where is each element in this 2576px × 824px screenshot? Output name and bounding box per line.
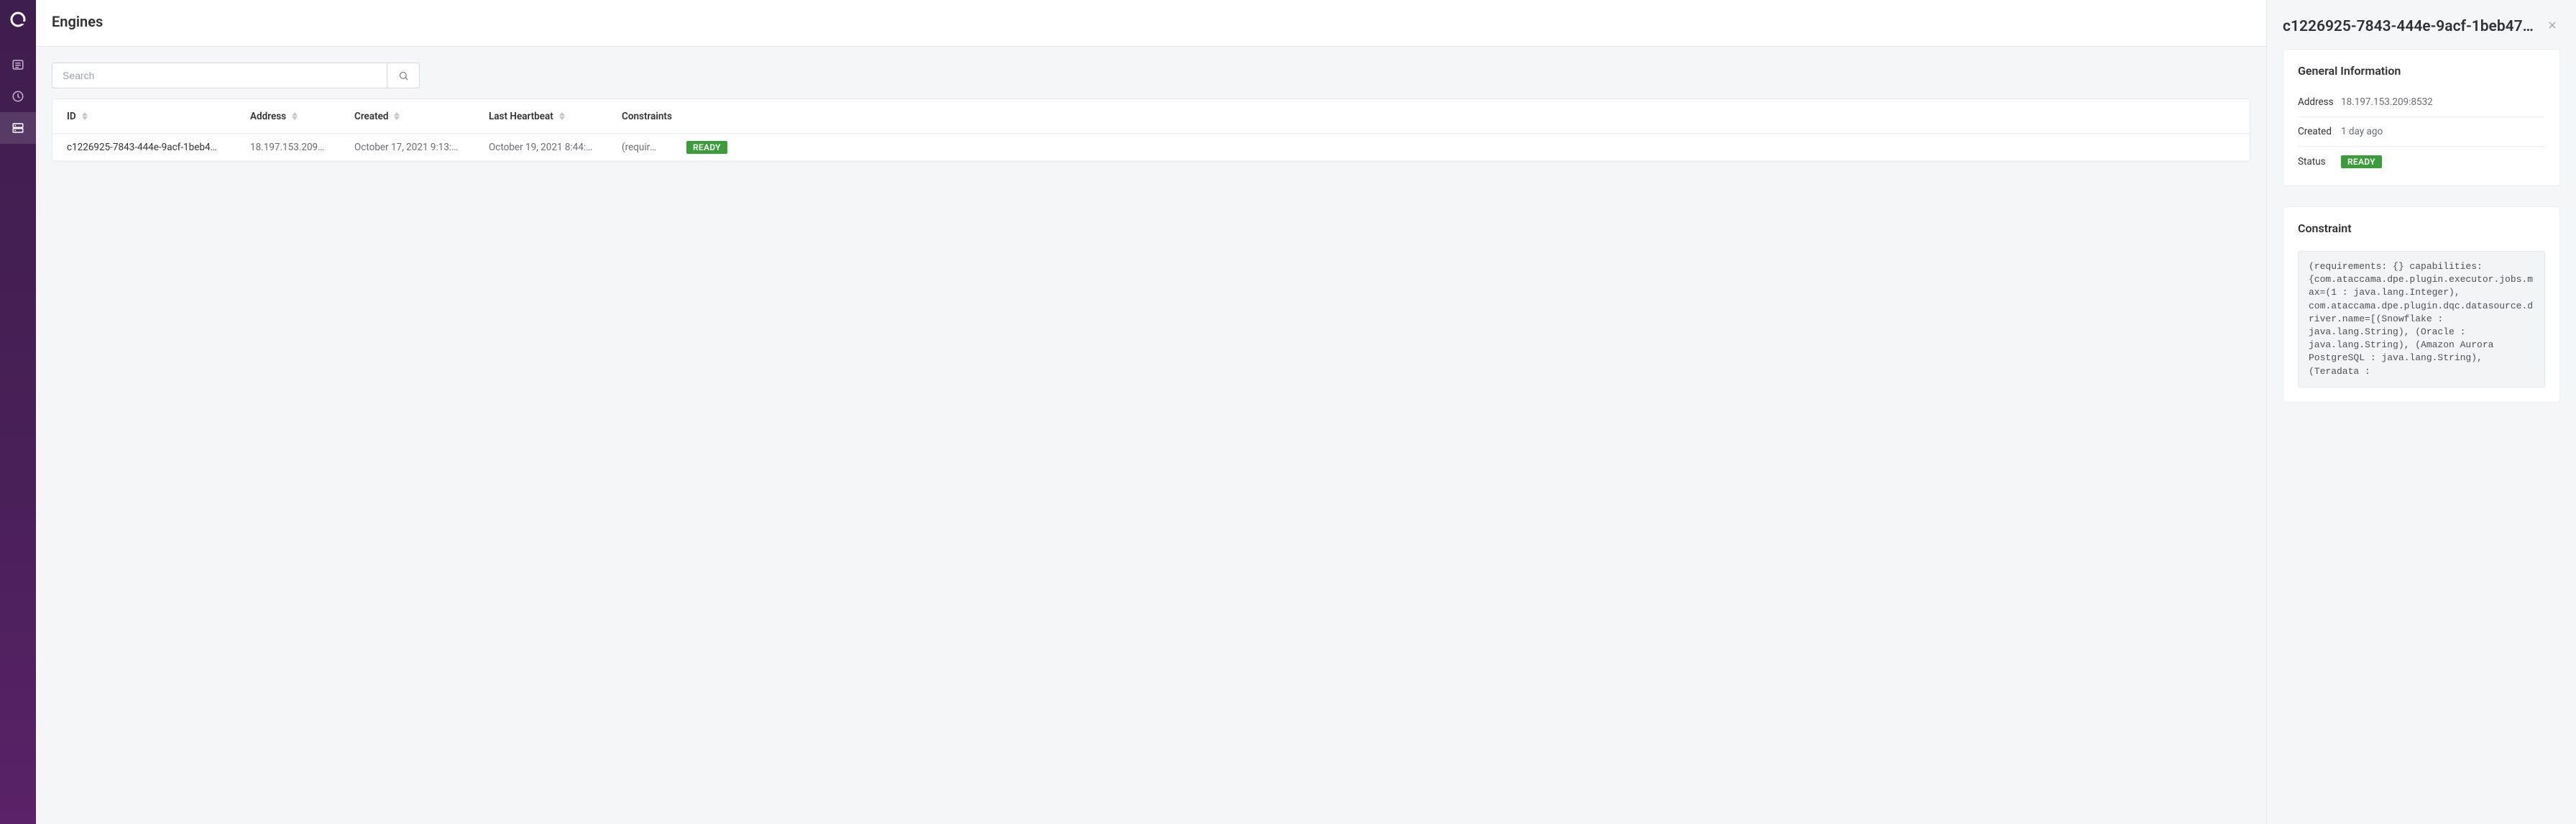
col-header-address[interactable]: Address (236, 111, 340, 122)
close-icon (2547, 20, 2557, 30)
search-icon (398, 70, 409, 81)
constraint-card: Constraint (requirements: {} capabilitie… (2283, 206, 2560, 403)
cell-constraints: (requirem… (607, 142, 672, 153)
info-label-address: Address (2298, 96, 2341, 108)
main-content: Engines ID (36, 0, 2267, 824)
col-header-constraints: Constraints (607, 111, 672, 122)
nav-item-history[interactable] (0, 81, 36, 112)
nav-item-list[interactable] (0, 49, 36, 81)
logo (9, 10, 27, 29)
sort-icon (292, 112, 298, 120)
col-header-last-heartbeat[interactable]: Last Heartbeat (474, 111, 607, 122)
info-label-status: Status (2298, 156, 2341, 168)
cell-address: 18.197.153.209:8532 (236, 142, 340, 153)
detail-panel: c1226925-7843-444e-9acf-1beb47cfb6… Gene… (2267, 0, 2576, 824)
table-row[interactable]: c1226925-7843-444e-9acf-1beb47cfb646 18.… (52, 134, 2250, 161)
sidebar-nav (0, 0, 36, 824)
page-header: Engines (36, 0, 2266, 47)
info-value-created: 1 day ago (2341, 126, 2383, 137)
status-badge: READY (686, 141, 727, 154)
cell-status: READY (672, 141, 2250, 154)
constraint-code: (requirements: {} capabilities: {com.ata… (2298, 251, 2545, 388)
info-value-status: READY (2341, 155, 2382, 168)
engines-table: ID Address Created (52, 99, 2250, 162)
search-input[interactable] (52, 63, 387, 88)
info-value-address: 18.197.153.209:8532 (2341, 96, 2433, 108)
close-button[interactable] (2544, 17, 2560, 36)
detail-title: c1226925-7843-444e-9acf-1beb47cfb6… (2283, 18, 2539, 35)
general-info-heading: General Information (2298, 64, 2545, 78)
nav-item-engines[interactable] (0, 112, 36, 144)
info-label-created: Created (2298, 126, 2341, 137)
sort-icon (82, 112, 88, 120)
col-header-created[interactable]: Created (340, 111, 474, 122)
cell-last-heartbeat: October 19, 2021 8:44:11 AM (474, 142, 607, 153)
constraint-heading: Constraint (2298, 221, 2545, 235)
cell-created: October 17, 2021 9:13:32 PM (340, 142, 474, 153)
page-title: Engines (52, 13, 2250, 30)
sort-icon (559, 112, 565, 120)
col-header-id[interactable]: ID (52, 111, 236, 122)
table-header-row: ID Address Created (52, 99, 2250, 134)
general-info-card: General Information Address 18.197.153.2… (2283, 49, 2560, 186)
status-badge: READY (2341, 155, 2382, 168)
search-button[interactable] (387, 63, 420, 88)
sort-icon (394, 112, 400, 120)
cell-id: c1226925-7843-444e-9acf-1beb47cfb646 (52, 142, 236, 153)
